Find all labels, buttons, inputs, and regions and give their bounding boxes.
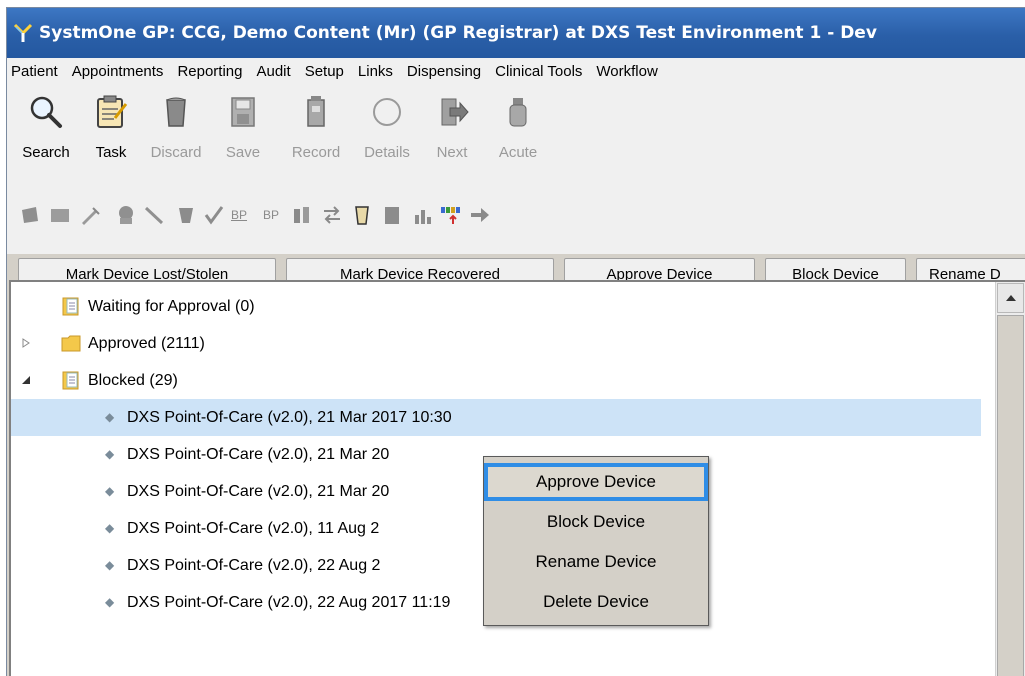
device-label: DXS Point-Of-Care (v2.0), 21 Mar 20: [127, 446, 390, 463]
app-logo-icon: [13, 23, 33, 42]
record-button[interactable]: Record: [283, 94, 349, 161]
device-label: DXS Point-Of-Care (v2.0), 21 Mar 2017 10…: [127, 409, 452, 426]
bullet-icon: ◆: [105, 410, 115, 424]
device-label: DXS Point-Of-Care (v2.0), 11 Aug 2: [127, 520, 380, 537]
syringe-icon[interactable]: [79, 204, 101, 226]
record-label: Record: [291, 144, 341, 161]
menu-workflow[interactable]: Workflow: [589, 58, 664, 86]
chart-bars-icon[interactable]: [411, 204, 433, 226]
folder-icon[interactable]: [49, 204, 71, 226]
context-approve-device[interactable]: Approve Device: [484, 463, 708, 501]
save-label: Save: [225, 144, 261, 161]
menu-dispensing[interactable]: Dispensing: [400, 58, 488, 86]
device-label: DXS Point-Of-Care (v2.0), 21 Mar 20: [127, 483, 390, 500]
color-blocks-icon[interactable]: [439, 204, 461, 226]
tree-group-label: Waiting for Approval (0): [88, 298, 255, 315]
bp-icon[interactable]: BP: [263, 204, 287, 226]
expand-arrow-icon[interactable]: [21, 338, 31, 348]
bp-underlined-icon[interactable]: BP: [231, 204, 255, 226]
menu-appointments[interactable]: Appointments: [65, 58, 171, 86]
folder-icon: [62, 297, 79, 316]
cup-icon[interactable]: [175, 204, 197, 226]
scalpel-icon[interactable]: [143, 204, 165, 226]
acute-button[interactable]: Acute: [485, 94, 551, 161]
circle-icon: [373, 98, 401, 126]
tree-group-approved[interactable]: Approved (2111): [11, 325, 981, 362]
arrow-right-icon[interactable]: [469, 204, 491, 226]
details-button[interactable]: Details: [354, 94, 420, 161]
tree-group-label: Approved (2111): [88, 335, 205, 352]
arrow-up-icon: [1006, 295, 1016, 301]
search-label: Search: [22, 144, 70, 161]
menu-bar: Patient Appointments Reporting Audit Setup Li…: [7, 58, 1025, 86]
main-window: SystmOne GP: CCG, Demo Content (Mr) (GP …: [6, 7, 1025, 676]
head-icon[interactable]: [115, 204, 137, 226]
clipboard-icon: [97, 95, 128, 128]
menu-setup[interactable]: Setup: [298, 58, 351, 86]
menu-audit[interactable]: Audit: [249, 58, 297, 86]
bin-icon: [166, 97, 186, 127]
folder-icon: [62, 371, 79, 390]
scroll-thumb[interactable]: [997, 315, 1024, 676]
transfer-icon[interactable]: [321, 204, 343, 226]
context-block-device[interactable]: Block Device: [484, 503, 708, 541]
toolbar: Search Task Discard Save Record Details …: [7, 86, 1025, 292]
context-delete-device[interactable]: Delete Device: [484, 583, 708, 621]
record-icon: [307, 96, 325, 127]
details-label: Details: [364, 144, 410, 161]
notes-icon[interactable]: [19, 204, 41, 226]
glass-icon[interactable]: [351, 204, 373, 226]
magnifier-icon: [30, 96, 62, 128]
next-arrow-icon: [441, 98, 469, 126]
bullet-icon: ◆: [105, 521, 115, 535]
floppy-icon: [231, 97, 255, 127]
acute-label: Acute: [498, 144, 538, 161]
search-button[interactable]: Search: [13, 94, 79, 161]
task-button[interactable]: Task: [78, 94, 144, 161]
tree-group-label: Blocked (29): [88, 372, 178, 389]
bullet-icon: ◆: [105, 558, 115, 572]
context-menu: Approve Device Block Device Rename Devic…: [483, 456, 709, 626]
discard-button[interactable]: Discard: [143, 94, 209, 161]
discard-label: Discard: [150, 144, 202, 161]
bullet-icon: ◆: [105, 447, 115, 461]
menu-clinical-tools[interactable]: Clinical Tools: [488, 58, 589, 86]
window-title: SystmOne GP: CCG, Demo Content (Mr) (GP …: [39, 23, 877, 43]
device-label: DXS Point-Of-Care (v2.0), 22 Aug 2017 11…: [127, 594, 451, 611]
bottles-icon[interactable]: [291, 204, 313, 226]
context-rename-device[interactable]: Rename Device: [484, 543, 708, 581]
menu-links[interactable]: Links: [351, 58, 400, 86]
folder-icon: [61, 335, 81, 352]
title-bar[interactable]: SystmOne GP: CCG, Demo Content (Mr) (GP …: [7, 8, 1025, 58]
next-button[interactable]: Next: [419, 94, 485, 161]
document-icon[interactable]: [381, 204, 403, 226]
save-button[interactable]: Save: [210, 94, 276, 161]
next-label: Next: [436, 144, 468, 161]
tick-pen-icon[interactable]: [203, 204, 225, 226]
menu-patient[interactable]: Patient: [7, 58, 65, 86]
menu-reporting[interactable]: Reporting: [170, 58, 249, 86]
bottle-icon: [509, 98, 527, 127]
tree-device-row[interactable]: ◆ DXS Point-Of-Care (v2.0), 21 Mar 2017 …: [11, 399, 981, 436]
vertical-scrollbar[interactable]: [995, 282, 1025, 676]
bullet-icon: ◆: [105, 595, 115, 609]
tree-group-waiting[interactable]: Waiting for Approval (0): [11, 288, 981, 325]
bullet-icon: ◆: [105, 484, 115, 498]
task-label: Task: [95, 144, 127, 161]
collapse-arrow-icon[interactable]: [21, 375, 31, 385]
device-label: DXS Point-Of-Care (v2.0), 22 Aug 2: [127, 557, 381, 574]
tree-group-blocked[interactable]: Blocked (29): [11, 362, 981, 399]
scroll-up-button[interactable]: [997, 283, 1024, 313]
